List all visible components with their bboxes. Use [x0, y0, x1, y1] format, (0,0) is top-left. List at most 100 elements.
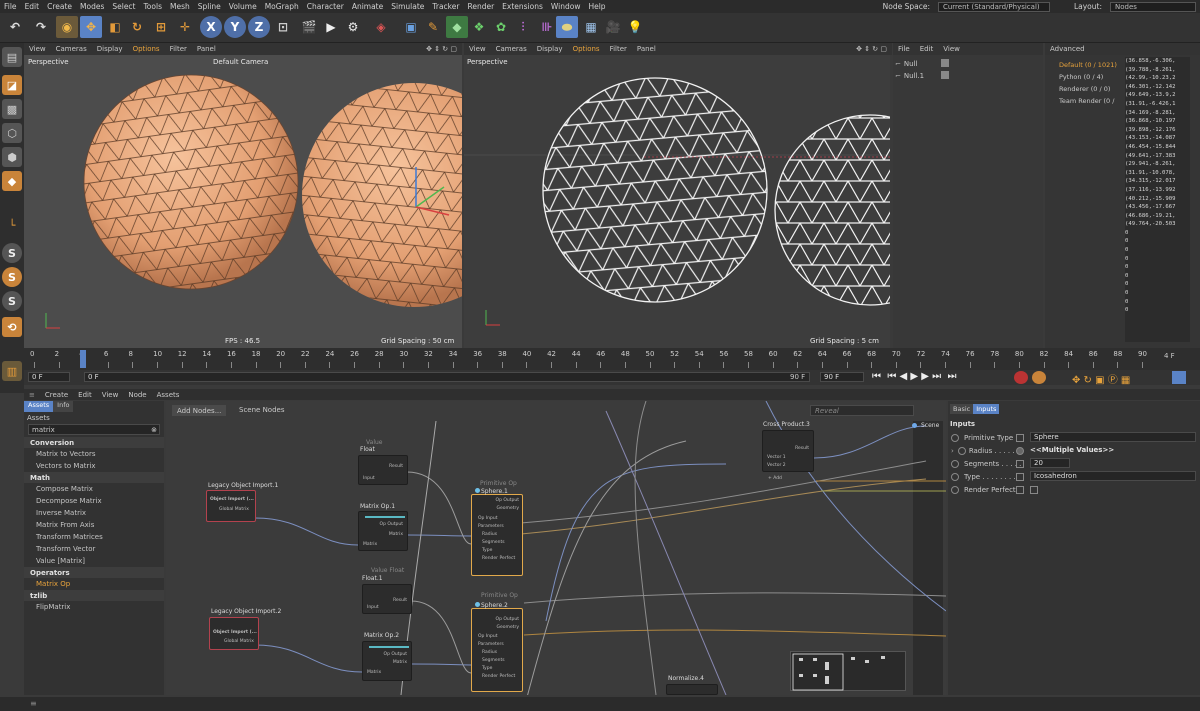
tab-basic[interactable]: Basic — [950, 404, 974, 414]
node-cross-title[interactable]: Cross Product.3 — [763, 421, 810, 428]
timeline-mode-icon[interactable] — [1172, 371, 1186, 384]
port-matrix[interactable]: Matrix — [393, 660, 407, 665]
y-axis-button[interactable]: Y — [224, 16, 246, 38]
node-legacy-import-2[interactable]: Object Import (... Global Matrix — [209, 617, 259, 650]
asset-item[interactable]: Matrix to Vectors — [24, 448, 164, 460]
menu-create[interactable]: Create — [43, 2, 76, 11]
port-input[interactable]: Input — [363, 476, 375, 481]
console-item-default[interactable]: Default (0 / 1021) — [1059, 61, 1117, 69]
deformer-icon[interactable]: ⫶ — [512, 16, 534, 38]
expand-arrow-icon[interactable]: › — [951, 447, 954, 455]
asset-category-math[interactable]: Math — [24, 472, 164, 483]
viewport2[interactable]: Perspective Grid Spacing : 5 cm — [464, 55, 890, 348]
port-render-perfect[interactable]: Render Perfect — [482, 556, 515, 561]
menu-character[interactable]: Character — [303, 2, 348, 11]
timeline-ruler[interactable]: 0 2 46 8 10 12 14 16 18 20 22 24 26 28 30 32 34 36 38 40 42 4… — [24, 348, 1200, 370]
viewport2-menu-view[interactable]: View — [464, 45, 491, 53]
port-input[interactable]: Input — [367, 605, 379, 610]
type-dropdown[interactable]: Icosahedron — [1030, 471, 1196, 481]
menu-file[interactable]: File — [0, 2, 21, 11]
node-menu-assets[interactable]: Assets — [152, 391, 185, 399]
render-picture-viewer-icon[interactable]: ▶ — [320, 16, 342, 38]
pen-icon[interactable]: ✎ — [422, 16, 444, 38]
radius-value[interactable]: <<Multiple Values>> — [1030, 446, 1114, 454]
menu-tools[interactable]: Tools — [140, 2, 166, 11]
viewport1-menu-panel[interactable]: Panel — [192, 45, 221, 53]
field-icon[interactable]: ⬬ — [556, 16, 578, 38]
tab-info[interactable]: Info — [53, 401, 74, 412]
asset-item[interactable]: Value [Matrix] — [24, 555, 164, 567]
viewport2-menu-display[interactable]: Display — [532, 45, 568, 53]
node-legacy-import-1[interactable]: Object Import (... Global Matrix — [206, 490, 256, 522]
autokey-icon[interactable] — [1032, 371, 1046, 384]
port-toggle-icon[interactable] — [951, 433, 959, 442]
port-op-input[interactable]: Op Input — [478, 516, 497, 521]
node-sphere-2[interactable]: Sphere.2 Op Output Geometry Op Input Par… — [471, 602, 523, 692]
port-global-matrix[interactable]: Global Matrix — [219, 507, 249, 512]
asset-item[interactable]: Inverse Matrix — [24, 507, 164, 519]
port-geometry[interactable]: Geometry — [497, 506, 519, 511]
subdivision-icon[interactable]: ◆ — [446, 16, 468, 38]
port-global-matrix[interactable]: Global Matrix — [224, 639, 254, 644]
mograph-icon[interactable]: ✿ — [490, 16, 512, 38]
preview-range-field[interactable]: 0 F — [84, 372, 810, 382]
key-tools-icons[interactable]: ✥ ↻ ▣ Ⓟ ▦ — [1072, 371, 1130, 386]
node-float1-title[interactable]: Float.1 — [362, 575, 383, 582]
asset-item[interactable]: Matrix From Axis — [24, 519, 164, 531]
menu-select[interactable]: Select — [108, 2, 139, 11]
asset-item[interactable]: Transform Vector — [24, 543, 164, 555]
node-matrixop1-title[interactable]: Matrix Op.1 — [360, 503, 395, 510]
axis-mode-icon[interactable]: └ — [2, 215, 22, 235]
end-frame-field[interactable]: 90 F — [820, 372, 864, 382]
cloner-icon[interactable]: ❖ — [468, 16, 490, 38]
menu-extensions[interactable]: Extensions — [498, 2, 547, 11]
asset-search-input[interactable]: matrix ⊗ — [28, 424, 160, 435]
playback-controls[interactable]: ⏮ ⏮ ◀ ▶ ▶ ⏭ ⏭ — [872, 371, 957, 382]
coord-system-icon[interactable]: ⊡ — [272, 16, 294, 38]
visibility-toggle-icon[interactable] — [941, 59, 949, 67]
port-op-output[interactable]: Op Output — [496, 498, 519, 503]
object-menu-view[interactable]: View — [938, 45, 965, 53]
menu-edit[interactable]: Edit — [21, 2, 44, 11]
port-segments[interactable]: Segments — [482, 658, 505, 663]
lock-icon[interactable]: ▥ — [2, 361, 22, 381]
node-menu-edit[interactable]: Edit — [73, 391, 97, 399]
port-result[interactable]: Result — [393, 598, 407, 603]
transform-icon[interactable]: ✛ — [174, 16, 196, 38]
playhead[interactable] — [80, 350, 86, 368]
port-toggle-icon[interactable] — [957, 446, 966, 455]
asset-category-operators[interactable]: Operators — [24, 567, 164, 578]
move-tool-icon[interactable]: ✥ — [80, 16, 102, 38]
tab-assets[interactable]: Assets — [24, 401, 54, 412]
viewport2-nav-icon[interactable]: ✥ ⇕ ↻ ▢ — [851, 45, 892, 53]
object-menu-file[interactable]: File — [893, 45, 915, 53]
node-scene-title[interactable]: Scene — [921, 422, 939, 429]
node-matrix-op-2[interactable]: Op Output Matrix Matrix — [362, 641, 412, 681]
port-toggle-icon[interactable] — [951, 459, 959, 468]
node-canvas[interactable]: Add Nodes... Scene Nodes Reveal Value Fl… — [166, 401, 946, 695]
viewport1-menu-display[interactable]: Display — [92, 45, 128, 53]
port-op-output[interactable]: Op Output — [496, 617, 519, 622]
keyframe-checkbox[interactable] — [1016, 472, 1024, 481]
port-matrix-in[interactable]: Matrix — [363, 542, 377, 547]
render-settings-icon[interactable]: ⚙ — [342, 16, 364, 38]
cube-icon[interactable]: ▣ — [400, 16, 422, 38]
port-vector-1[interactable]: Vector 1 — [767, 455, 786, 460]
menu-volume[interactable]: Volume — [225, 2, 261, 11]
node-matrixop2-title[interactable]: Matrix Op.2 — [364, 632, 399, 639]
node-cross-product[interactable]: Result Vector 1 Vector 2 — [762, 430, 814, 472]
port-render-perfect[interactable]: Render Perfect — [482, 674, 515, 679]
start-frame-field[interactable]: 0 F — [28, 372, 70, 382]
port-matrix[interactable]: Matrix — [389, 532, 403, 537]
visibility-toggle-icon[interactable] — [941, 71, 949, 79]
node-normalize[interactable] — [666, 684, 718, 695]
camera-icon[interactable]: 🎥 — [602, 16, 624, 38]
segments-input[interactable]: 20 — [1030, 458, 1070, 468]
redo-icon[interactable]: ↷ — [30, 16, 52, 38]
menu-help[interactable]: Help — [584, 2, 609, 11]
record-icon[interactable] — [1014, 371, 1028, 384]
undo-icon[interactable]: ↶ — [4, 16, 26, 38]
keyframe-checkbox[interactable] — [1016, 433, 1024, 442]
menu-simulate[interactable]: Simulate — [387, 2, 428, 11]
port-type[interactable]: Type — [482, 548, 492, 553]
